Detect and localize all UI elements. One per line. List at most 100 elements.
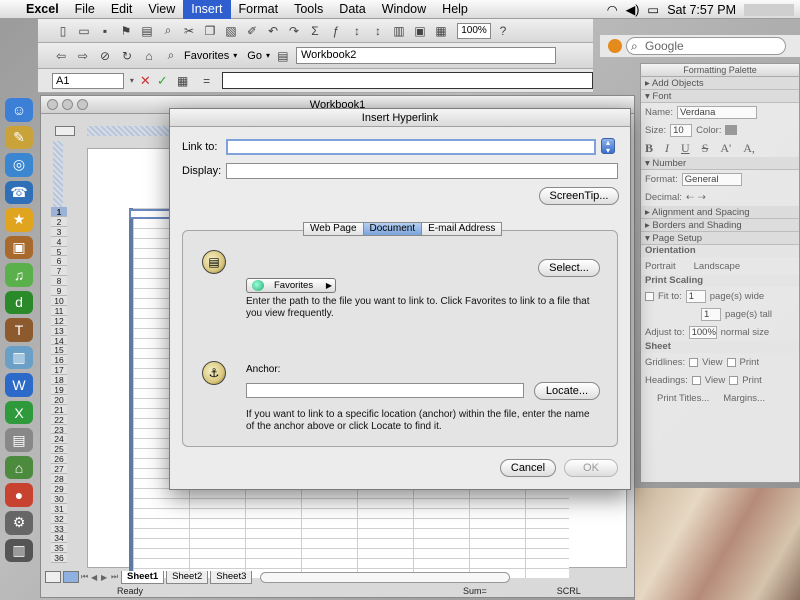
underline-icon[interactable]: U <box>681 141 690 156</box>
sheet-tab-3[interactable]: Sheet3 <box>210 570 253 584</box>
row-header[interactable]: 36 <box>51 553 67 563</box>
forward-icon[interactable]: ⇨ <box>74 47 92 65</box>
home-icon[interactable]: ⌂ <box>140 47 158 65</box>
row-header[interactable]: 35 <box>51 543 67 553</box>
ok-button[interactable]: OK <box>564 459 618 477</box>
font-color-swatch[interactable] <box>725 125 738 135</box>
word-icon[interactable]: W <box>5 373 33 397</box>
gridlines-view-checkbox[interactable] <box>689 357 699 367</box>
pages-wide-field[interactable]: 1 <box>685 289 706 303</box>
row-header[interactable]: 29 <box>51 483 67 494</box>
browser-icon[interactable] <box>608 39 622 53</box>
number-section[interactable]: ▾ Number <box>641 157 799 170</box>
select-all-button[interactable] <box>55 126 75 136</box>
row-header[interactable]: 33 <box>51 523 67 533</box>
pages-tall-field[interactable]: 1 <box>701 307 721 321</box>
locate-button[interactable]: Locate... <box>534 382 600 400</box>
decrease-decimal-icon[interactable]: ⇢ <box>698 192 706 203</box>
anchor-field[interactable] <box>246 383 524 398</box>
toolbox-icon[interactable]: ▣ <box>411 22 429 40</box>
adjust-to-field[interactable]: 100% <box>688 325 717 339</box>
row-header[interactable]: 15 <box>51 345 67 355</box>
row-header[interactable]: 6 <box>51 256 67 266</box>
row-header[interactable]: 4 <box>51 236 67 247</box>
sheet-tab-2[interactable]: Sheet2 <box>166 570 209 584</box>
font-section[interactable]: ▾ Font <box>641 90 799 103</box>
margins-button[interactable]: Margins... <box>723 393 765 404</box>
save-icon[interactable]: ▪ <box>96 22 114 40</box>
toggle-toolbar-icon[interactable]: ▤ <box>274 47 292 65</box>
select-button[interactable]: Select... <box>538 259 600 277</box>
row-header[interactable]: 34 <box>51 533 67 543</box>
row-header[interactable]: 25 <box>51 444 67 454</box>
open-icon[interactable]: ▭ <box>75 22 93 40</box>
menu-edit[interactable]: Edit <box>103 0 141 19</box>
home-icon[interactable]: ⌂ <box>5 455 33 480</box>
back-icon[interactable]: ⇦ <box>52 47 70 65</box>
music-icon[interactable]: ♫ <box>5 263 33 287</box>
sort-descending-icon[interactable]: ↕ <box>369 22 387 40</box>
row-header[interactable]: 1 <box>51 207 67 217</box>
volume-icon[interactable]: ◀) <box>626 2 640 17</box>
equals-icon[interactable]: = <box>198 72 216 90</box>
chart-icon[interactable]: ▥ <box>390 22 408 40</box>
flag-icon[interactable]: ⚑ <box>117 22 135 40</box>
page-layout-view-button[interactable] <box>63 571 79 583</box>
new-icon[interactable]: ▯ <box>54 22 72 40</box>
row-header[interactable]: 11 <box>51 305 67 316</box>
wifi-icon[interactable]: ◠ <box>607 2 618 17</box>
go-menu[interactable]: Go <box>247 50 262 62</box>
tab-document[interactable]: Document <box>362 222 423 236</box>
next-sheet-icon[interactable]: ▶ <box>101 573 109 582</box>
trash-icon[interactable]: ▥ <box>5 538 33 563</box>
borders-section[interactable]: ▸ Borders and Shading <box>641 219 799 232</box>
chevron-down-icon[interactable]: ▾ <box>130 76 134 85</box>
tab-web-page[interactable]: Web Page <box>303 222 364 236</box>
menu-format[interactable]: Format <box>231 0 287 19</box>
fit-to-checkbox[interactable] <box>645 291 654 301</box>
row-header[interactable]: 28 <box>51 474 67 484</box>
headings-print-checkbox[interactable] <box>729 375 739 385</box>
display-field[interactable] <box>226 163 618 179</box>
increase-decimal-icon[interactable]: ⇠ <box>686 192 694 203</box>
screentip-button[interactable]: ScreenTip... <box>539 187 619 205</box>
landscape-option[interactable]: Landscape <box>694 261 740 272</box>
calculator-icon[interactable]: ▦ <box>174 72 192 90</box>
row-header[interactable]: 16 <box>51 355 67 365</box>
row-header[interactable]: 27 <box>51 464 67 474</box>
add-objects-section[interactable]: ▸ Add Objects <box>641 77 799 90</box>
tool-icon[interactable]: T <box>5 318 33 342</box>
user-menu[interactable] <box>744 3 794 16</box>
close-window-button[interactable] <box>47 99 58 110</box>
menu-view[interactable]: View <box>140 0 183 19</box>
color-icon[interactable]: ● <box>5 483 33 507</box>
refresh-icon[interactable]: ↻ <box>118 47 136 65</box>
row-header[interactable]: 8 <box>51 276 67 286</box>
row-header[interactable]: 19 <box>51 385 67 395</box>
row-header[interactable]: 23 <box>51 424 67 435</box>
disk-icon[interactable]: ▤ <box>5 428 33 452</box>
normal-view-button[interactable] <box>45 571 61 583</box>
font-name-field[interactable]: Verdana <box>676 105 757 119</box>
gridlines-print-checkbox[interactable] <box>726 357 736 367</box>
zoom-field[interactable]: 100% <box>457 22 491 39</box>
row-header[interactable]: 14 <box>51 335 67 346</box>
runner-icon[interactable]: ★ <box>5 208 33 232</box>
menu-insert[interactable]: Insert <box>183 0 231 19</box>
app-menu[interactable]: Excel <box>18 0 67 19</box>
menu-window[interactable]: Window <box>374 0 434 19</box>
finder-icon[interactable]: ☺ <box>5 98 33 122</box>
safari-icon[interactable]: ◎ <box>5 153 33 177</box>
row-header[interactable]: 12 <box>51 315 67 326</box>
row-header[interactable]: 5 <box>51 246 67 257</box>
cancel-formula-icon[interactable]: ✕ <box>140 73 151 89</box>
row-header[interactable]: 31 <box>51 503 67 514</box>
gear-icon[interactable]: ⚙ <box>5 510 33 535</box>
first-sheet-icon[interactable]: ⏮ <box>81 572 89 582</box>
paste-icon[interactable]: ▧ <box>222 22 240 40</box>
favorites-popup[interactable]: Favorites ▶ <box>246 278 336 293</box>
stop-icon[interactable]: ⊘ <box>96 47 114 65</box>
print-icon[interactable]: ▤ <box>138 22 156 40</box>
menu-help[interactable]: Help <box>434 0 476 19</box>
help-icon[interactable]: ? <box>494 22 512 40</box>
